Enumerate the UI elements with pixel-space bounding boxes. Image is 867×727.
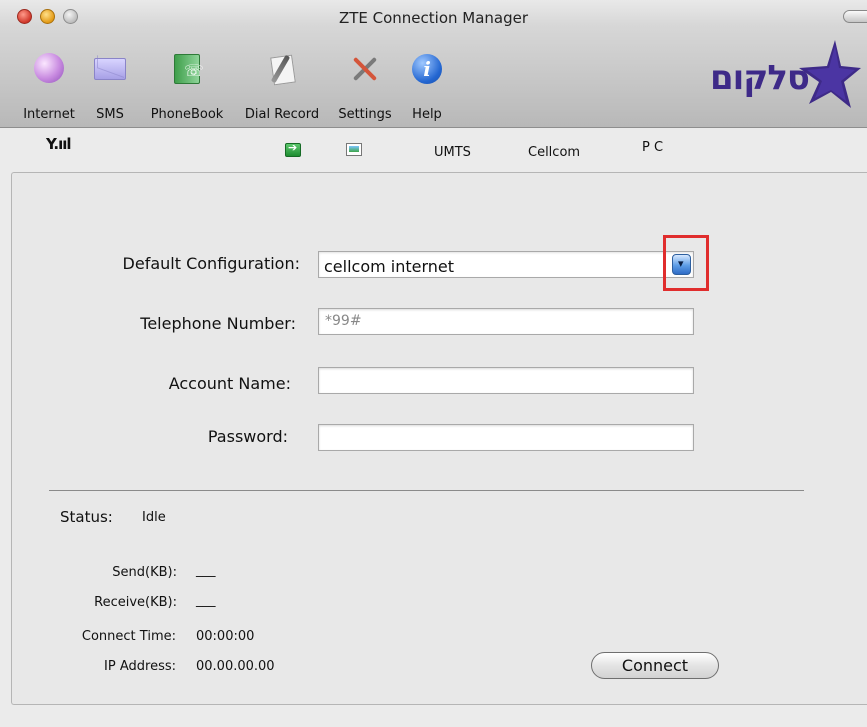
toolbar-toggle-button[interactable] <box>843 10 867 23</box>
envelope-icon <box>94 58 126 80</box>
telephone-input[interactable]: *99# <box>318 308 694 335</box>
toolbar-internet[interactable]: Internet <box>18 50 80 122</box>
phonebook-icon: ☏ <box>174 54 204 84</box>
network-type: UMTS <box>434 145 471 160</box>
cellcom-logo: סלקום <box>661 38 861 110</box>
status-value: Idle <box>142 510 166 525</box>
default-config-value: cellcom internet <box>324 257 455 276</box>
info-icon: i <box>412 54 442 84</box>
ip-address-label: IP Address: <box>104 659 176 674</box>
receive-label: Receive(KB): <box>94 595 177 610</box>
send-label: Send(KB): <box>112 565 177 580</box>
default-config-select[interactable]: cellcom internet <box>318 251 694 278</box>
send-value: ___ <box>196 563 216 578</box>
toolbar-dial-record[interactable]: Dial Record <box>238 50 326 122</box>
mode-indicator: P C <box>642 140 664 155</box>
operator-name: Cellcom <box>528 145 581 160</box>
connection-state-icon <box>285 141 301 157</box>
toolbar-internet-label: Internet <box>23 107 75 122</box>
toolbar-settings-label: Settings <box>338 107 392 122</box>
telephone-label: Telephone Number: <box>140 314 296 333</box>
dropdown-highlight-box <box>663 235 709 291</box>
settings-tools-icon <box>350 54 380 84</box>
status-label: Status: <box>60 508 113 526</box>
toolbar-settings[interactable]: Settings <box>333 50 397 122</box>
star-logo-icon <box>799 40 861 108</box>
password-input[interactable] <box>318 424 694 451</box>
window-title: ZTE Connection Manager <box>338 9 529 27</box>
signal-strength-icon: Y.ııl <box>46 135 71 153</box>
connect-button[interactable]: Connect <box>591 652 719 679</box>
message-status-icon <box>346 143 362 156</box>
toolbar-phonebook[interactable]: ☏ PhoneBook <box>144 50 230 122</box>
section-divider <box>49 490 804 491</box>
default-config-label: Default Configuration: <box>122 254 300 273</box>
title-toolbar: ZTE Connection Manager Internet SMS ☏ Ph… <box>0 0 867 128</box>
toolbar-dial-record-label: Dial Record <box>244 107 320 122</box>
toolbar-sms-label: SMS <box>96 107 124 122</box>
toolbar-sms[interactable]: SMS <box>90 50 130 122</box>
app-window: ZTE Connection Manager Internet SMS ☏ Ph… <box>0 0 867 727</box>
connection-status-strip: Y.ııl UMTS Cellcom P C <box>0 129 867 169</box>
connect-time-value: 00:00:00 <box>196 629 255 644</box>
connect-time-label: Connect Time: <box>81 629 176 644</box>
dial-record-icon <box>268 54 296 84</box>
ip-address-value: 00.00.00.00 <box>196 659 275 674</box>
globe-icon <box>34 53 64 83</box>
toolbar-help[interactable]: i Help <box>405 50 449 122</box>
account-input[interactable] <box>318 367 694 394</box>
toolbar-phonebook-label: PhoneBook <box>150 107 224 122</box>
password-label: Password: <box>207 427 288 446</box>
account-label: Account Name: <box>168 374 291 393</box>
toolbar-help-label: Help <box>412 107 442 122</box>
receive-value: ___ <box>196 593 216 608</box>
